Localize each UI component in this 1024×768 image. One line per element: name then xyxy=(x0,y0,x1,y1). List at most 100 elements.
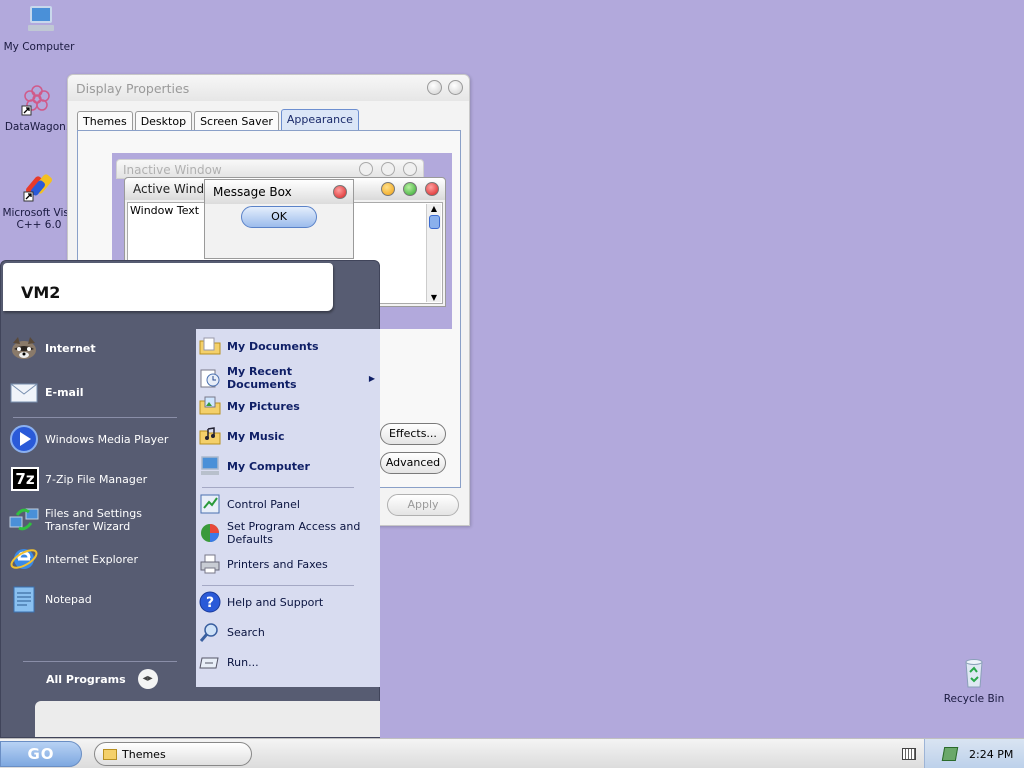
apply-button[interactable]: Apply xyxy=(387,494,459,516)
desktop-icon-label: DataWagon. xyxy=(4,121,70,133)
preview-minimize-icon xyxy=(359,162,373,176)
folder-icon xyxy=(199,335,221,357)
visual-cpp-icon xyxy=(22,170,56,204)
advanced-button[interactable]: Advanced xyxy=(380,452,446,474)
start-menu: VM2 Internet E-mail Windows Media Player… xyxy=(0,260,380,738)
help-window-button[interactable] xyxy=(427,80,442,95)
start-item-label: E-mail xyxy=(45,385,84,399)
preview-inactive-title: Inactive Window xyxy=(123,163,222,177)
all-programs-label: All Programs xyxy=(46,672,126,686)
program-access-icon xyxy=(199,522,221,544)
start-menu-footer xyxy=(35,701,380,737)
start-place-label: My Documents xyxy=(227,339,319,353)
start-item-email[interactable]: E-mail xyxy=(9,377,84,407)
all-programs-button[interactable]: All Programs ◂▸ xyxy=(46,669,158,689)
desktop-icon-datawagon[interactable]: DataWagon. xyxy=(0,84,76,133)
transfer-wizard-icon xyxy=(9,505,39,535)
separator xyxy=(202,585,354,586)
folder-icon xyxy=(103,748,117,760)
start-item-notepad[interactable]: Notepad xyxy=(9,584,92,614)
start-menu-programs: Internet E-mail Windows Media Player 7z … xyxy=(3,329,193,689)
start-system-printers[interactable]: Printers and Faxes xyxy=(199,553,328,575)
start-help-run[interactable]: Run... xyxy=(199,651,259,673)
start-menu-header: VM2 xyxy=(3,263,333,311)
printer-icon xyxy=(199,553,221,575)
media-player-icon xyxy=(9,424,39,454)
preview-message-box: Message Box OK xyxy=(204,179,354,259)
run-icon xyxy=(199,651,221,673)
start-button[interactable]: GO xyxy=(0,741,82,767)
start-item-label: Files and Settings Transfer Wizard xyxy=(45,507,142,533)
tab-strip: Themes Desktop Screen Saver Appearance xyxy=(77,109,359,131)
start-item-media-player[interactable]: Windows Media Player xyxy=(9,424,168,454)
close-window-button[interactable] xyxy=(448,80,463,95)
start-system-label: Printers and Faxes xyxy=(227,557,328,571)
start-menu-places: My Documents My Recent Documents ▶ My Pi… xyxy=(196,329,380,687)
recent-docs-icon xyxy=(199,367,221,389)
desktop-icon-my-computer[interactable]: My Computer xyxy=(0,4,78,53)
start-place-my-music[interactable]: My Music xyxy=(199,425,285,447)
email-icon xyxy=(9,377,39,407)
start-item-internet[interactable]: Internet xyxy=(9,333,96,363)
notepad-icon xyxy=(9,584,39,614)
start-place-label: My Music xyxy=(227,429,285,443)
window-titlebar[interactable]: Display Properties xyxy=(68,75,469,101)
start-system-program-access[interactable]: Set Program Access and Defaults xyxy=(199,520,375,546)
start-system-label: Control Panel xyxy=(227,497,300,511)
preview-maximize-icon xyxy=(381,162,395,176)
start-item-label: Internet Explorer xyxy=(45,552,138,566)
start-help-label: Run... xyxy=(227,655,259,669)
svg-text:?: ? xyxy=(206,595,214,611)
desktop-icon-label: Microsoft Visu C++ 6.0 xyxy=(2,207,76,231)
search-icon xyxy=(199,621,221,643)
start-item-internet-explorer[interactable]: Internet Explorer xyxy=(9,544,138,574)
taskbar-item-themes[interactable]: Themes xyxy=(94,742,252,766)
start-help-search[interactable]: Search xyxy=(199,621,265,643)
preview-close-icon xyxy=(403,162,417,176)
start-place-my-recent-documents[interactable]: My Recent Documents ▶ xyxy=(199,365,375,391)
start-help-label: Help and Support xyxy=(227,595,324,609)
raccoon-icon xyxy=(9,333,39,363)
start-system-control-panel[interactable]: Control Panel xyxy=(199,493,300,515)
effects-button[interactable]: Effects... xyxy=(380,423,446,445)
taskbar-item-label: Themes xyxy=(122,747,166,761)
system-tray: 2:24 PM xyxy=(924,739,1024,768)
preview-maximize-icon xyxy=(403,182,417,196)
window-title: Display Properties xyxy=(76,81,190,96)
pictures-folder-icon xyxy=(199,395,221,417)
keyboard-icon[interactable] xyxy=(902,748,916,760)
recycle-bin-icon xyxy=(957,656,991,690)
start-help-support[interactable]: ? Help and Support xyxy=(199,591,323,613)
submenu-arrow-icon: ▶ xyxy=(368,373,375,383)
computer-icon xyxy=(199,455,221,477)
preview-close-icon xyxy=(333,185,347,199)
desktop-icon-recycle-bin[interactable]: Recycle Bin xyxy=(935,656,1013,705)
tab-screen-saver[interactable]: Screen Saver xyxy=(194,111,279,131)
tab-desktop[interactable]: Desktop xyxy=(134,111,193,131)
network-icon[interactable] xyxy=(941,747,959,761)
taskbar: GO Themes 2:24 PM xyxy=(0,738,1024,768)
7zip-icon: 7z xyxy=(9,464,39,494)
start-place-label: My Computer xyxy=(227,459,310,473)
start-place-my-computer[interactable]: My Computer xyxy=(199,455,310,477)
start-help-label: Search xyxy=(227,625,265,639)
tab-themes[interactable]: Themes xyxy=(77,111,133,131)
preview-ok-button: OK xyxy=(241,206,317,228)
start-place-my-pictures[interactable]: My Pictures xyxy=(199,395,300,417)
start-item-7zip[interactable]: 7z 7-Zip File Manager xyxy=(9,464,147,494)
start-item-label: 7-Zip File Manager xyxy=(45,472,148,486)
start-item-transfer-wizard[interactable]: Files and Settings Transfer Wizard xyxy=(9,505,189,535)
control-panel-icon xyxy=(199,493,221,515)
start-place-label: My Recent Documents xyxy=(227,365,297,391)
arrow-right-icon: ◂▸ xyxy=(137,669,158,689)
tab-appearance[interactable]: Appearance xyxy=(280,109,359,131)
separator xyxy=(202,487,354,488)
preview-close-icon xyxy=(425,182,439,196)
start-item-label: Internet xyxy=(45,341,96,355)
start-place-my-documents[interactable]: My Documents xyxy=(199,335,319,357)
music-folder-icon xyxy=(199,425,221,447)
computer-icon xyxy=(22,4,56,38)
preview-inactive-window: Inactive Window xyxy=(116,159,424,179)
clock[interactable]: 2:24 PM xyxy=(969,748,1013,761)
start-item-label: Notepad xyxy=(45,592,92,606)
